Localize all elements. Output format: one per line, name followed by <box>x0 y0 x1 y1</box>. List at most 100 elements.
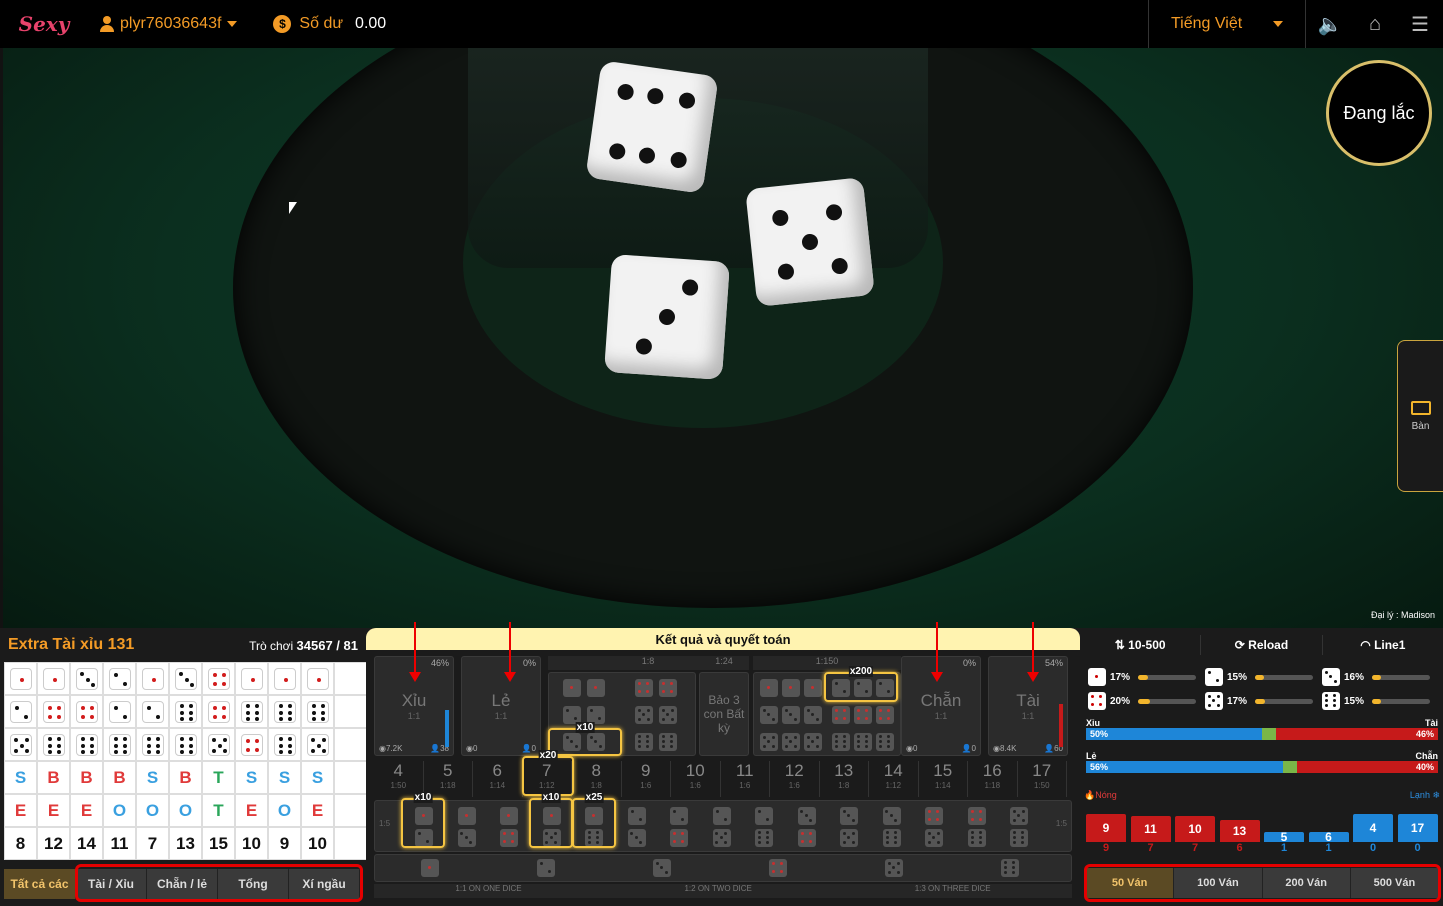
grey-dice-icon <box>457 807 476 825</box>
face-percent: 15% <box>1344 695 1365 707</box>
pip <box>970 836 974 840</box>
chevron-down-icon <box>227 21 238 27</box>
sum-odds: 1:6 <box>739 781 751 790</box>
pip <box>811 740 815 744</box>
reload-button[interactable]: ⟳ Reload <box>1201 635 1323 655</box>
bet-limit[interactable]: ⇅ 10-500 <box>1080 635 1202 655</box>
road-cell <box>334 761 367 794</box>
bet-single-dice[interactable] <box>374 854 1072 882</box>
grey-dice-icon <box>712 829 731 847</box>
grey-dice-icon <box>760 679 778 697</box>
mini-dice-icon <box>306 733 329 756</box>
pip <box>52 677 57 682</box>
pip <box>80 715 85 720</box>
pip <box>970 810 974 814</box>
bet-combinations[interactable]: 1:5 1:5 <box>374 800 1072 852</box>
pip <box>885 831 889 835</box>
bet-any-triple[interactable]: Bảo 3 con Bất kỳ <box>699 672 749 756</box>
bet-le[interactable]: Lẻ 1:1 0% ◉0 👤0 <box>461 656 541 756</box>
pip <box>638 740 642 744</box>
bet-sum-17[interactable]: 17 1:50 <box>1018 761 1067 797</box>
pip <box>1333 679 1337 683</box>
pip <box>806 708 810 712</box>
pip <box>670 682 674 686</box>
pip <box>1329 675 1333 679</box>
bet-sum-14[interactable]: 14 1:12 <box>869 761 919 797</box>
grey-dice-icon <box>755 829 773 847</box>
hc-bar: 10 <box>1175 816 1215 842</box>
pip <box>842 809 846 813</box>
bet-chan[interactable]: Chẵn 1:1 0% ◉0 👤0 <box>901 656 981 756</box>
pip <box>590 709 594 713</box>
pip <box>811 686 815 690</box>
road-value: T <box>213 800 224 820</box>
user-icon <box>100 16 114 32</box>
hc-count: 6 <box>1236 842 1243 854</box>
brand-logo[interactable]: Sexy <box>0 0 88 48</box>
pip <box>255 748 260 753</box>
pip <box>800 809 804 813</box>
volume-icon[interactable]: 🔈 <box>1318 12 1343 36</box>
bet-sum-9[interactable]: 9 1:6 <box>622 761 671 797</box>
user-menu[interactable]: plyr76036643f <box>100 15 238 33</box>
bet-sum-12[interactable]: 12 1:6 <box>770 761 820 797</box>
bet-sum-16[interactable]: 16 1:18 <box>968 761 1018 797</box>
pip <box>24 715 29 720</box>
pip <box>637 708 641 712</box>
mini-dice-icon <box>207 700 230 723</box>
pip <box>189 743 194 748</box>
hot-number: 10 7 <box>1175 814 1215 854</box>
pip <box>793 744 797 748</box>
hc-bar: 13 <box>1219 820 1260 842</box>
line-select[interactable]: ◠ Line1 <box>1323 635 1443 655</box>
road-cell: E <box>301 794 334 827</box>
bet-le-players: 👤0 <box>521 744 536 753</box>
single-odds-label: 1:1 ON ONE DICE <box>455 884 522 893</box>
cold-number: 51 <box>1264 814 1304 854</box>
menu-icon[interactable]: ☰ <box>1408 12 1432 36</box>
grey-dice-icon <box>840 829 858 847</box>
grey-dice-icon <box>882 829 901 847</box>
pip <box>835 709 839 713</box>
home-icon[interactable]: ⌂ <box>1363 12 1387 36</box>
annotation-arrow <box>931 622 943 682</box>
dice <box>604 254 730 380</box>
bet-tai-fill-bar <box>1059 703 1063 747</box>
bet-sum-6[interactable]: 6 1:14 <box>473 761 523 797</box>
roadmap-tab-0[interactable]: Tất cả các <box>4 869 76 899</box>
road-cell: S <box>268 761 301 794</box>
pip <box>893 836 897 840</box>
pip <box>724 831 728 835</box>
pip <box>80 737 85 742</box>
bet-tai[interactable]: Tài 1:1 54% ◉8.4K 👤60 <box>988 656 1068 756</box>
annotation-arrow <box>504 622 516 682</box>
pip <box>928 818 932 822</box>
table-switch-tab[interactable]: Bàn <box>1397 340 1443 492</box>
pip <box>978 841 982 845</box>
annotation-arrow <box>409 622 421 682</box>
pip <box>673 840 677 844</box>
road-cell <box>37 728 70 761</box>
pip <box>1013 831 1017 835</box>
bet-sum-10[interactable]: 10 1:6 <box>671 761 721 797</box>
grey-dice-icon <box>840 807 858 825</box>
pip <box>255 716 260 721</box>
pip <box>842 840 846 844</box>
pip <box>670 735 674 739</box>
pip <box>724 840 728 844</box>
pip <box>670 745 674 749</box>
dice <box>585 60 719 194</box>
bet-sum-15[interactable]: 15 1:14 <box>919 761 968 797</box>
road-cell <box>136 695 169 728</box>
bet-sum-11[interactable]: 11 1:6 <box>721 761 770 797</box>
pip <box>1017 814 1021 818</box>
pip <box>638 745 642 749</box>
grey-dice-icon <box>755 807 773 825</box>
mini-dice-icon <box>9 700 32 723</box>
grey-dice-icon <box>804 679 822 697</box>
pip <box>47 737 52 742</box>
single-odds-label: 1:3 ON THREE DICE <box>914 884 991 893</box>
bet-sum-13[interactable]: 13 1:8 <box>820 761 869 797</box>
language-select[interactable]: Tiếng Việt <box>1148 0 1306 48</box>
road-cell <box>169 695 202 728</box>
